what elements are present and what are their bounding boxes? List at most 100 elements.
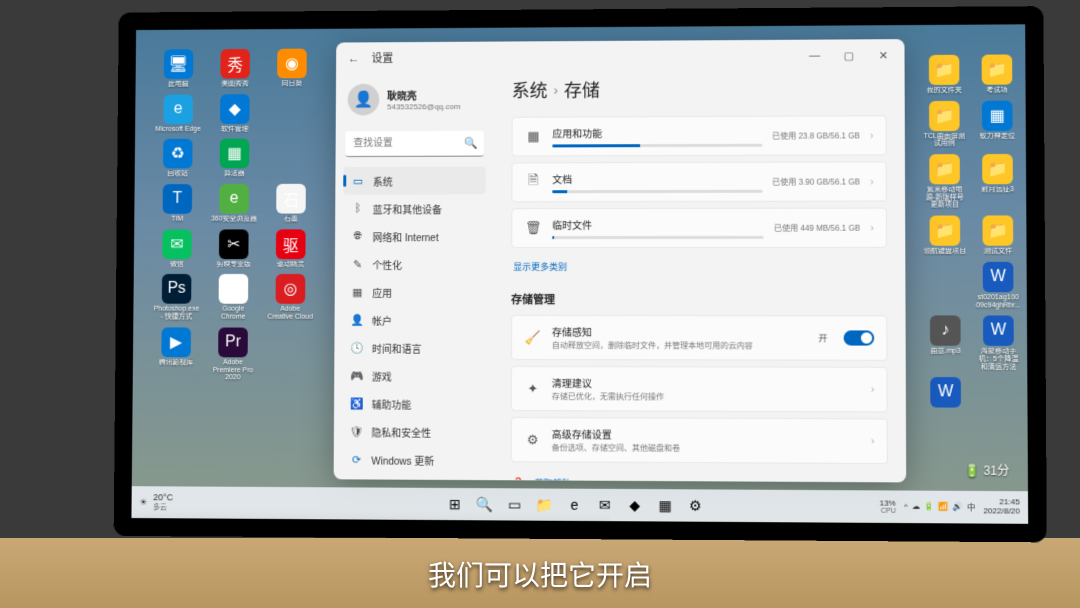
desktop-icon[interactable]: ▦算法器 — [211, 139, 258, 178]
desktop-icon[interactable]: W — [923, 377, 968, 410]
desktop-icon[interactable]: ▦蚁力神走位 — [975, 100, 1020, 148]
icon-label: Microsoft Edge — [155, 126, 201, 134]
desktop-icon[interactable]: ♪曲意.mp3 — [923, 316, 968, 372]
icon-label: 此电脑 — [168, 81, 189, 89]
desktop-icon[interactable]: e360安全浏览器 — [210, 184, 257, 223]
desktop-icon[interactable] — [923, 262, 968, 310]
desktop-icon[interactable]: W鸿蒙移动手机：5个降温和清运方法 — [976, 316, 1021, 372]
taskbar-app[interactable]: e — [562, 492, 588, 518]
nav-item[interactable]: ✎个性化 — [343, 250, 486, 278]
nav-item[interactable]: 🎮游戏 — [342, 362, 485, 390]
breadcrumb-parent[interactable]: 系统 — [512, 77, 548, 103]
nav-item[interactable]: 🌐︎网络和 Internet — [343, 222, 486, 250]
show-more-link[interactable]: 显示更多类别 — [511, 254, 887, 285]
nav-item[interactable]: ♿辅助功能 — [342, 389, 485, 417]
tray-icon[interactable]: 中 — [967, 502, 975, 513]
tray-icon[interactable]: ^ — [904, 501, 908, 512]
app-icon: ◯ — [219, 274, 249, 304]
desktop-icon[interactable]: 📁TCL曲面屏测试用例 — [922, 101, 967, 149]
card-icon: ⚙ — [524, 432, 542, 448]
help-link[interactable]: ❓获取帮助 — [511, 472, 888, 482]
user-block[interactable]: 👤 耿晓亮 543532526@qq.com — [344, 77, 486, 129]
desktop-icon[interactable]: ▶腾讯影视库 — [152, 327, 199, 382]
cpu-meter[interactable]: 13% CPU — [879, 499, 895, 515]
nav-item[interactable]: ᛒ蓝牙和其他设备 — [343, 194, 486, 222]
chevron-right-icon: › — [553, 82, 558, 98]
taskbar-app[interactable]: ✉ — [592, 492, 618, 518]
icon-label: 向日葵 — [281, 80, 302, 88]
nav-item[interactable]: ⟳Windows 更新 — [342, 445, 485, 474]
close-button[interactable]: ✕ — [866, 41, 900, 69]
tray-icon[interactable]: 🔋 — [924, 501, 934, 512]
maximize-button[interactable]: ▢ — [832, 41, 866, 69]
card-title: 存储感知 — [552, 324, 808, 339]
minimize-button[interactable]: — — [798, 42, 832, 70]
taskbar-app[interactable]: ⊞ — [442, 491, 468, 517]
chevron-right-icon: › — [871, 436, 874, 447]
desktop-icon[interactable]: PrAdobe Premiere Pro 2020 — [209, 327, 257, 382]
mgmt-card[interactable]: ✦ 清理建议 存储已优化，无需执行任何操作› — [511, 366, 888, 412]
desktop-icon[interactable]: 📁领航键盘项目 — [922, 216, 967, 256]
storage-card[interactable]: ▦ 应用和功能 已使用 23.8 GB/56.1 GB › — [512, 115, 887, 156]
mgmt-card[interactable]: ⚙ 高级存储设置 备份选项、存储空间、其他磁盘和卷› — [511, 417, 888, 464]
desktop-icon[interactable]: ✉微信 — [153, 229, 200, 268]
clock[interactable]: 21:45 2022/8/20 — [983, 498, 1020, 516]
desktop-icon[interactable]: ✂剪映专业版 — [210, 229, 257, 268]
nav-item[interactable]: 🕓时间和语言 — [342, 334, 485, 362]
tray-icon[interactable]: 📶 — [938, 501, 948, 512]
desktop-icon[interactable]: 📁紫米移动电源-新版样号更新项目 — [922, 154, 967, 209]
nav-label: 个性化 — [372, 257, 402, 272]
icon-label: 测试文件 — [984, 248, 1013, 256]
icon-label: Photoshop.exe - 快捷方式 — [153, 306, 200, 321]
desktop-icon[interactable]: 📁我的文件夹 — [922, 55, 967, 95]
mgmt-card[interactable]: 🧹 存储感知 自动释放空间，删除临时文件，并管理本地可用的云内容开 — [511, 315, 887, 361]
card-title: 应用和功能 — [552, 125, 762, 141]
breadcrumb-current: 存储 — [564, 77, 600, 103]
icon-label: 360安全浏览器 — [211, 216, 257, 224]
desktop-icon[interactable]: TTIM — [154, 184, 201, 223]
desktop-icon[interactable]: 🖥此电脑 — [155, 49, 202, 88]
desktop-icon[interactable]: 石石墨 — [267, 184, 314, 223]
search-input[interactable] — [345, 131, 483, 157]
app-icon: 秀 — [220, 49, 250, 79]
desktop-icon[interactable]: ◆软件管理 — [211, 94, 258, 133]
desktop-icon[interactable]: 📁考试场 — [974, 54, 1019, 94]
taskbar-app[interactable]: 📁 — [531, 491, 557, 517]
tray-icon[interactable]: ☁ — [912, 501, 920, 512]
desktop-icon[interactable]: eMicrosoft Edge — [155, 94, 202, 133]
desktop-icon[interactable]: PsPhotoshop.exe - 快捷方式 — [153, 274, 200, 321]
desktop-icon[interactable] — [268, 94, 315, 133]
taskbar-app[interactable]: ▦ — [652, 492, 678, 518]
card-subtitle: 存储已优化，无需执行任何操作 — [552, 391, 861, 403]
desktop-icon[interactable]: ♻回收站 — [154, 139, 201, 178]
nav-item[interactable]: 🛡隐私和安全性 — [342, 417, 485, 446]
nav-icon: ▭ — [351, 174, 365, 187]
desktop-icon[interactable]: 📁射月远征3 — [975, 154, 1020, 210]
desktop-icon[interactable]: 秀美图秀秀 — [212, 49, 259, 88]
taskbar-app[interactable]: ▭ — [501, 491, 527, 517]
desktop-icon[interactable]: 驱驱动精灵 — [267, 229, 314, 268]
taskbar-right: 13% CPU ^ ☁ 🔋 📶 🔊 中 21:45 2022/8/20 — [879, 498, 1019, 517]
desktop-icon[interactable]: ◯Google Chrome — [210, 274, 257, 321]
icon-label: TIM — [171, 216, 183, 224]
desktop-icon[interactable]: Wst0201ag100 09c94ghRbr... — [976, 262, 1021, 310]
tray-icon[interactable]: 🔊 — [953, 501, 963, 512]
storage-card[interactable]: 🗎 文档 已使用 3.90 GB/56.1 GB › — [511, 161, 886, 202]
taskbar-app[interactable]: ⚙ — [682, 492, 708, 518]
desktop-icon[interactable]: 📁测试文件 — [975, 216, 1020, 256]
sidebar: 👤 耿晓亮 543532526@qq.com 🔍 ▭系统ᛒ蓝牙和其他设备🌐︎网络… — [334, 73, 494, 480]
app-icon: ◉ — [277, 49, 307, 79]
card-icon: ▦ — [524, 129, 542, 145]
storage-card[interactable]: 🗑 临时文件 已使用 449 MB/56.1 GB › — [511, 208, 887, 248]
taskbar-app[interactable]: ◆ — [622, 492, 648, 518]
nav-item[interactable]: ▦应用 — [343, 278, 486, 306]
taskbar-app[interactable]: 🔍 — [472, 491, 498, 517]
desktop-icon[interactable]: ◎Adobe Creative Cloud — [267, 274, 315, 321]
weather-widget[interactable]: ☀ 20°C 多云 — [139, 492, 173, 512]
toggle-switch[interactable] — [844, 330, 874, 345]
back-button[interactable]: ← — [340, 44, 368, 72]
desktop-icon[interactable]: ◉向日葵 — [268, 49, 315, 88]
nav-item[interactable]: 👤帐户 — [342, 306, 485, 334]
desktop-icon[interactable] — [268, 139, 315, 178]
nav-item[interactable]: ▭系统 — [343, 167, 485, 195]
